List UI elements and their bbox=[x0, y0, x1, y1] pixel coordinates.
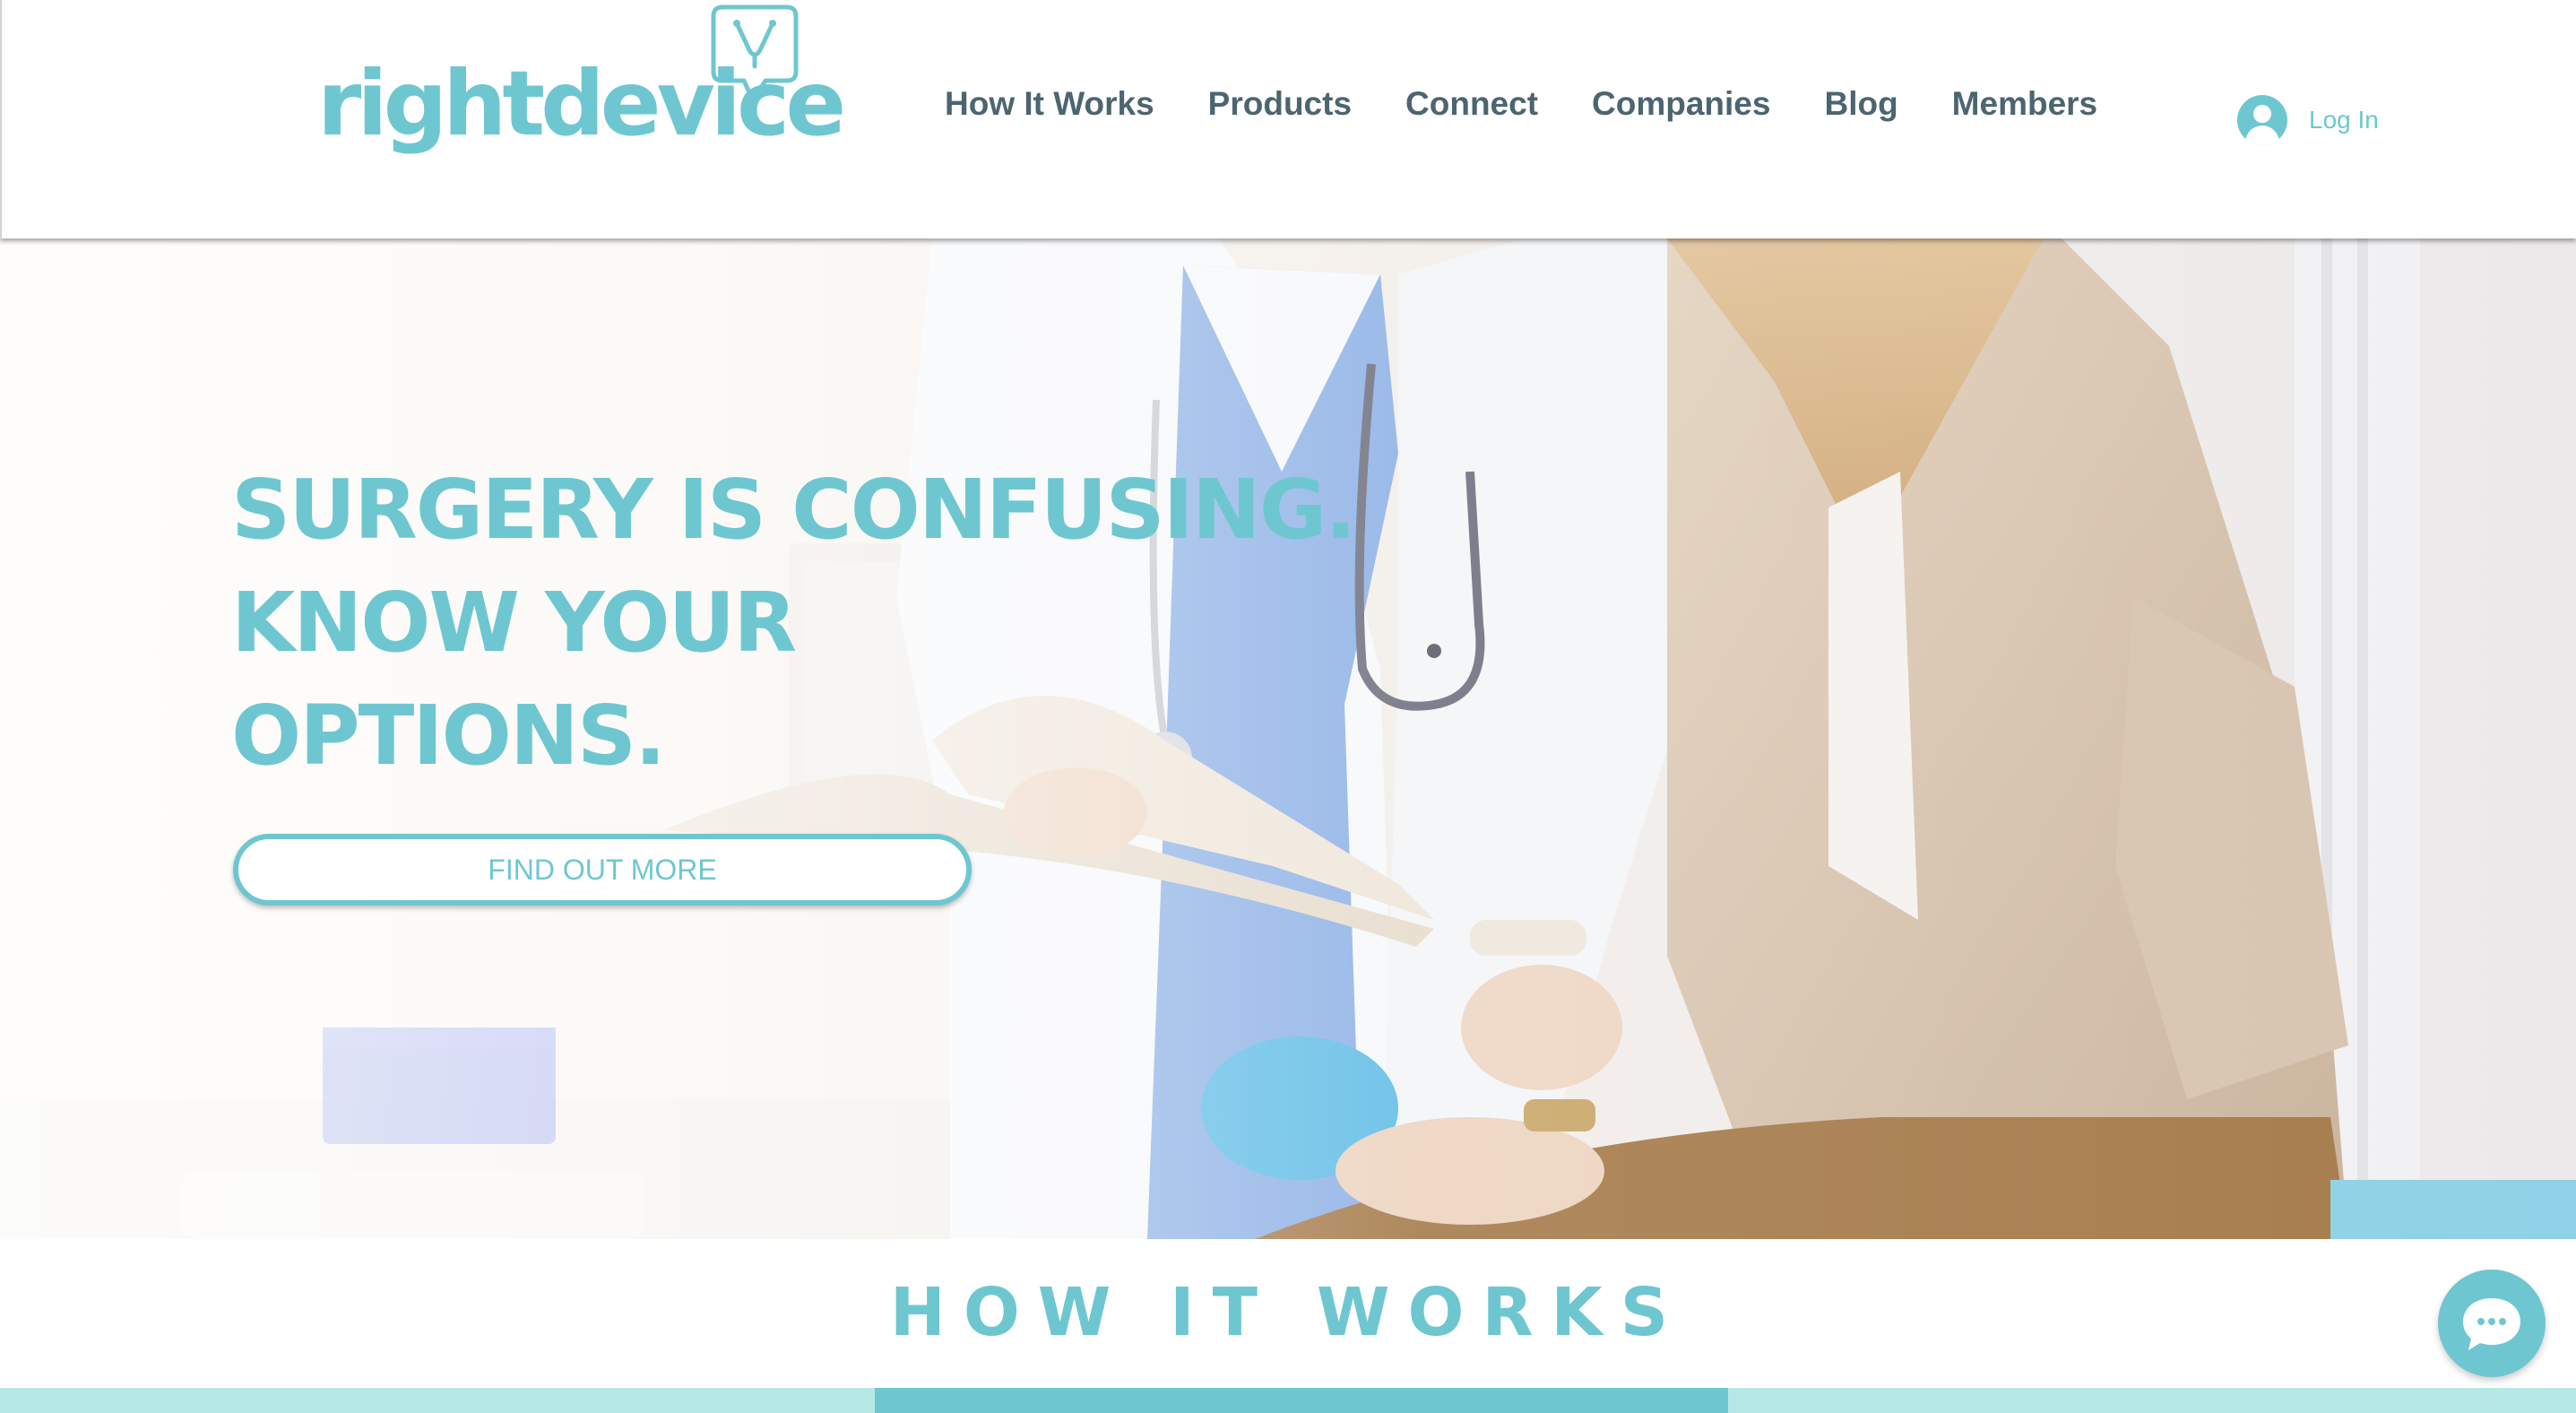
stethoscope-speech-bubble-icon bbox=[711, 4, 799, 103]
nav-item-blog[interactable]: Blog bbox=[1824, 82, 1897, 126]
hero-headline-line-1: SURGERY IS CONFUSING. bbox=[231, 462, 1356, 558]
site-header: rightdevice How It Works Products Connec… bbox=[0, 0, 2576, 238]
chat-bubble-icon bbox=[2463, 1298, 2520, 1350]
hero-headline-line-3: OPTIONS. bbox=[231, 688, 666, 784]
nav-item-companies[interactable]: Companies bbox=[1592, 82, 1770, 126]
login-label: Log In bbox=[2309, 106, 2379, 134]
chat-button[interactable] bbox=[2438, 1270, 2546, 1377]
main-nav: How It Works Products Connect Companies … bbox=[945, 82, 2097, 126]
section-strip-left bbox=[0, 1388, 875, 1413]
logo-link[interactable]: rightdevice bbox=[317, 0, 846, 179]
section-strip-right bbox=[1728, 1388, 2576, 1413]
nav-item-products[interactable]: Products bbox=[1208, 82, 1352, 126]
nav-item-members[interactable]: Members bbox=[1952, 82, 2097, 126]
hero-headline: SURGERY IS CONFUSING. KNOW YOUR OPTIONS. bbox=[231, 454, 1396, 793]
section-strip-middle bbox=[875, 1388, 1728, 1413]
nav-item-how-it-works[interactable]: How It Works bbox=[945, 82, 1154, 126]
how-it-works-heading: HOW IT WORKS bbox=[889, 1274, 1687, 1351]
nav-item-connect[interactable]: Connect bbox=[1405, 82, 1538, 126]
login-button[interactable]: Log In bbox=[2237, 95, 2379, 145]
find-out-more-button[interactable]: FIND OUT MORE bbox=[233, 834, 972, 906]
hero-headline-line-2: KNOW YOUR bbox=[231, 575, 797, 671]
user-avatar-icon bbox=[2237, 95, 2287, 145]
hero-section: SURGERY IS CONFUSING. KNOW YOUR OPTIONS.… bbox=[0, 238, 2576, 1239]
